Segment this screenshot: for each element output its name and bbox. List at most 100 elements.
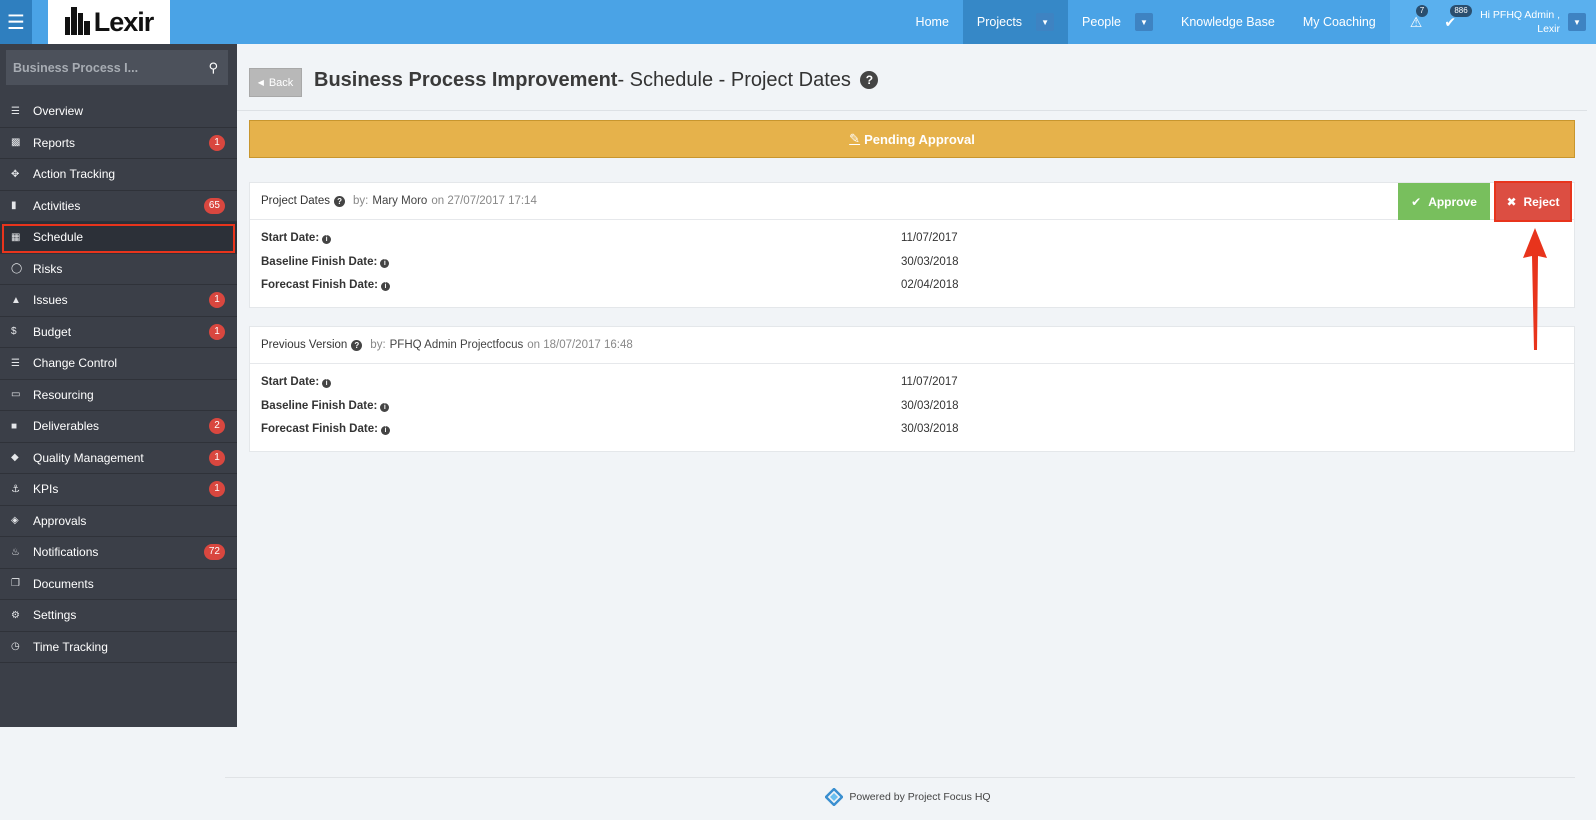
bell-icon: ♨ — [11, 546, 20, 558]
project-focus-logo-icon — [825, 788, 844, 806]
sidebar-item-documents[interactable]: ❐ Documents — [0, 569, 237, 600]
sidebar-item-kpis[interactable]: ⚓ KPIs 1 — [0, 474, 237, 506]
projects-dropdown-button[interactable]: ▼ — [1036, 13, 1055, 31]
menu-toggle-button[interactable]: ☰ — [0, 0, 32, 44]
sidebar-item-activities[interactable]: ▮ Activities 65 — [0, 191, 237, 222]
approve-button[interactable]: ✔ Approve — [1398, 183, 1490, 220]
building-icon — [64, 7, 91, 37]
sidebar-item-resourcing[interactable]: ▭ Resourcing — [0, 380, 237, 411]
user-greeting: Hi PFHQ Admin , Lexir — [1480, 8, 1560, 36]
count-badge: 1 — [209, 292, 225, 309]
sidebar-item-label: Resourcing — [33, 387, 94, 402]
search-icon[interactable]: ⚲ — [208, 60, 218, 76]
back-button[interactable]: ◀ Back — [249, 68, 302, 97]
info-icon[interactable]: i — [380, 282, 390, 291]
card-body: Start Date: i 11/07/2017 Baseline Finish … — [250, 220, 1574, 307]
info-icon[interactable]: i — [380, 258, 390, 268]
caret-down-icon: ▼ — [1573, 17, 1581, 27]
sidebar-item-risks[interactable]: ◯ Risks — [0, 254, 237, 285]
help-icon[interactable]: ? — [351, 339, 363, 351]
footer-text: Powered by Project Focus HQ — [849, 791, 991, 803]
gears-icon: ⚙ — [11, 609, 20, 621]
logo-text: Lexir — [93, 6, 155, 37]
bookmark-icon: ▮ — [11, 200, 17, 212]
field-label: Baseline Finish Date: i — [261, 400, 390, 412]
sidebar-menu: ☰ Overview ▩ Reports 1 ✥ Action Tracking… — [0, 96, 237, 663]
page-title-project: Business Process Improvement — [314, 69, 618, 91]
info-icon[interactable]: i — [322, 379, 332, 388]
sidebar-item-change-control[interactable]: ☰ Change Control — [0, 348, 237, 380]
nav-notification-icons: ⚠ 7 ✔ 886 — [1389, 0, 1473, 44]
sidebar-item-overview[interactable]: ☰ Overview — [0, 96, 237, 128]
user-greeting-line2: Lexir — [1537, 23, 1560, 35]
warning-icon: ▲ — [11, 294, 21, 306]
reject-button[interactable]: ✖ Reject — [1496, 183, 1570, 220]
field-label: Forecast Finish Date: i — [261, 423, 390, 435]
sidebar-item-action-tracking[interactable]: ✥ Action Tracking — [0, 159, 237, 191]
field-label: Forecast Finish Date: i — [261, 279, 390, 291]
timestamp: on 18/07/2017 16:48 — [527, 339, 633, 351]
help-icon[interactable]: ? — [334, 195, 346, 207]
project-search-input[interactable]: Business Process I... — [13, 61, 138, 75]
user-menu[interactable]: Hi PFHQ Admin , Lexir ▼ — [1472, 0, 1596, 44]
sidebar-item-quality-management[interactable]: ◆ Quality Management 1 — [0, 443, 237, 474]
sidebar-item-issues[interactable]: ▲ Issues 1 — [0, 285, 237, 317]
info-icon[interactable]: i — [380, 402, 390, 412]
bar-chart-icon: ▩ — [11, 137, 21, 149]
author-name: Mary Moro — [372, 195, 428, 207]
app-logo[interactable]: Lexir — [48, 0, 170, 44]
help-icon[interactable]: ? — [860, 71, 879, 89]
card-header: Previous Version ? by: PFHQ Admin Projec… — [250, 327, 1574, 364]
count-badge: 1 — [209, 449, 225, 466]
caret-down-icon: ▼ — [1041, 17, 1049, 27]
anchor-icon: ⚓ — [11, 483, 20, 495]
crosshair-icon: ✥ — [11, 168, 20, 180]
field-value: 30/03/2018 — [901, 423, 959, 435]
user-greeting-line1: Hi PFHQ Admin , — [1480, 9, 1560, 21]
list-icon: ☰ — [11, 105, 20, 117]
nav-home[interactable]: Home — [902, 0, 963, 44]
alerts-button[interactable]: ⚠ 7 — [1410, 4, 1429, 31]
nav-people[interactable]: People ▼ — [1068, 0, 1167, 44]
by-label: by: — [370, 339, 386, 351]
sidebar-item-label: Quality Management — [33, 450, 144, 465]
divider — [237, 110, 1587, 111]
layers-icon: ☰ — [11, 357, 20, 369]
sidebar-item-label: Action Tracking — [33, 167, 116, 182]
sidebar-item-label: Settings — [33, 608, 77, 623]
sidebar-item-deliverables[interactable]: ■ Deliverables 2 — [0, 411, 237, 443]
nav-my-coaching[interactable]: My Coaching — [1289, 0, 1390, 44]
clock-icon: ◷ — [11, 641, 20, 653]
nav-people-label: People — [1082, 15, 1121, 29]
start-date-row: Start Date: i 11/07/2017 — [261, 232, 1563, 256]
sidebar-item-label: Schedule — [33, 230, 84, 245]
field-label: Baseline Finish Date: i — [261, 256, 390, 268]
nav-projects[interactable]: Projects ▼ — [962, 0, 1069, 44]
tasks-button[interactable]: ✔ 886 — [1444, 4, 1472, 31]
field-value: 30/03/2018 — [901, 255, 959, 268]
sidebar-item-reports[interactable]: ▩ Reports 1 — [0, 128, 237, 159]
reject-button-label: Reject — [1523, 194, 1560, 209]
user-dropdown-button[interactable]: ▼ — [1568, 13, 1586, 31]
pencil-icon: ✎ — [849, 131, 861, 146]
field-value: 30/03/2018 — [901, 399, 959, 412]
nav-knowledge-base[interactable]: Knowledge Base — [1167, 0, 1289, 44]
top-navbar: ☰ Lexir Home Projects ▼ People ▼ Knowled… — [0, 0, 1596, 44]
sidebar-item-label: Budget — [33, 324, 72, 339]
sidebar-item-approvals[interactable]: ◈ Approvals — [0, 506, 237, 537]
sidebar-item-schedule[interactable]: ▦ Schedule — [0, 222, 237, 254]
field-label: Start Date: i — [261, 232, 332, 244]
sidebar-item-label: Risks — [33, 261, 63, 276]
hamburger-icon: ☰ — [7, 11, 25, 34]
alerts-count-badge: 7 — [1415, 4, 1429, 17]
project-search[interactable]: Business Process I... ⚲ — [6, 50, 228, 85]
sidebar-item-budget[interactable]: $ Budget 1 — [0, 317, 237, 348]
sidebar-item-notifications[interactable]: ♨ Notifications 72 — [0, 537, 237, 569]
sidebar-item-time-tracking[interactable]: ◷ Time Tracking — [0, 632, 237, 663]
info-icon[interactable]: i — [322, 235, 332, 244]
info-icon[interactable]: i — [380, 426, 390, 435]
previous-version-card: Previous Version ? by: PFHQ Admin Projec… — [249, 326, 1575, 452]
count-badge: 1 — [209, 134, 225, 151]
sidebar-item-settings[interactable]: ⚙ Settings — [0, 600, 237, 632]
people-dropdown-button[interactable]: ▼ — [1134, 13, 1153, 31]
